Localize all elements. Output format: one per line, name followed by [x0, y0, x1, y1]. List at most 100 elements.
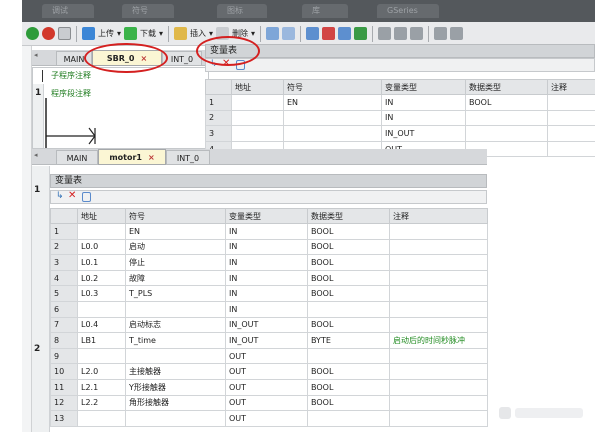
- forward-arrow-icon[interactable]: [322, 27, 336, 40]
- refresh-icon[interactable]: [82, 192, 91, 202]
- back-arrow-icon[interactable]: [306, 27, 320, 40]
- network-icon[interactable]: [266, 27, 280, 40]
- tab-int0[interactable]: INT_0: [166, 150, 210, 165]
- ribbon-tab-symbols[interactable]: 符号: [122, 4, 174, 18]
- insert-dropdown-icon[interactable]: ▾: [209, 29, 213, 38]
- table-row[interactable]: 9 OUT: [50, 347, 488, 365]
- table-cell[interactable]: OUT: [225, 378, 308, 396]
- table-row[interactable]: 1 EN IN BOOL: [205, 94, 595, 111]
- table-cell[interactable]: [307, 410, 390, 427]
- table-cell[interactable]: [77, 347, 126, 365]
- table-row[interactable]: 2 L0.0 启动 IN BOOL: [50, 238, 488, 256]
- line-down-icon[interactable]: [450, 27, 464, 40]
- table-cell[interactable]: OUT: [225, 394, 308, 412]
- upload-dropdown-icon[interactable]: ▾: [117, 29, 121, 38]
- table-row[interactable]: 5 L0.3 T_PLS IN BOOL: [50, 285, 488, 302]
- delete-dropdown-icon[interactable]: ▾: [251, 29, 255, 38]
- table-cell[interactable]: IN: [225, 238, 308, 256]
- table-cell[interactable]: [389, 347, 488, 365]
- table-cell[interactable]: BOOL: [307, 223, 390, 240]
- ribbon-tab-library[interactable]: 库: [302, 4, 348, 18]
- ladder-editor-sbr0[interactable]: 子程序注释 1 程序段注释: [32, 67, 209, 149]
- upload-button[interactable]: 上传: [98, 28, 114, 39]
- stop-icon[interactable]: [42, 27, 55, 40]
- table-cell[interactable]: [389, 254, 488, 271]
- table-cell[interactable]: IN: [225, 285, 308, 302]
- table-cell[interactable]: [125, 300, 226, 318]
- table-cell[interactable]: IN_OUT: [225, 316, 308, 334]
- table-cell[interactable]: [389, 378, 488, 396]
- table-cell[interactable]: BOOL: [307, 285, 390, 302]
- table-cell[interactable]: BOOL: [307, 254, 390, 271]
- table-cell[interactable]: [547, 94, 595, 111]
- table-cell[interactable]: [389, 269, 488, 287]
- table-cell[interactable]: IN: [225, 269, 308, 287]
- table-row[interactable]: 3 IN_OUT: [205, 125, 595, 142]
- table-cell[interactable]: L2.2: [77, 394, 126, 412]
- table-cell[interactable]: [389, 316, 488, 334]
- grid-icon[interactable]: [282, 27, 296, 40]
- table-cell[interactable]: [231, 109, 284, 127]
- table-cell[interactable]: [389, 410, 488, 427]
- table-cell[interactable]: [547, 125, 595, 142]
- jump-arrow-icon[interactable]: [338, 27, 352, 40]
- table-cell[interactable]: BYTE: [307, 332, 390, 349]
- table-cell[interactable]: 故障: [125, 269, 226, 287]
- ribbon-tab-icons[interactable]: 图标: [217, 4, 267, 18]
- insert-row-icon[interactable]: ↳: [56, 191, 64, 201]
- table-cell[interactable]: T_time: [125, 332, 226, 349]
- table-cell[interactable]: [307, 300, 390, 318]
- table-cell[interactable]: IN_OUT: [225, 332, 308, 349]
- download-dropdown-icon[interactable]: ▾: [159, 29, 163, 38]
- contact-icon[interactable]: [378, 27, 392, 40]
- table-cell[interactable]: L0.4: [77, 316, 126, 334]
- table-cell[interactable]: [283, 109, 382, 127]
- table-cell[interactable]: 角形接触器: [125, 394, 226, 412]
- tab-motor1[interactable]: motor1 ×: [98, 149, 166, 165]
- table-cell[interactable]: L2.0: [77, 363, 126, 380]
- table-cell[interactable]: IN: [381, 94, 466, 111]
- table-cell[interactable]: LB1: [77, 332, 126, 349]
- close-icon[interactable]: ×: [148, 153, 155, 162]
- delete-row-icon[interactable]: ✕: [68, 190, 76, 201]
- table-cell[interactable]: [389, 223, 488, 240]
- table-cell[interactable]: IN: [225, 223, 308, 240]
- table-cell[interactable]: T_PLS: [125, 285, 226, 302]
- table-cell[interactable]: [465, 109, 548, 127]
- box-icon[interactable]: [410, 27, 424, 40]
- table-cell[interactable]: 启动标志: [125, 316, 226, 334]
- table-cell[interactable]: BOOL: [465, 94, 548, 111]
- table-row[interactable]: 10 L2.0 主接触器 OUT BOOL: [50, 363, 488, 380]
- table-cell[interactable]: OUT: [225, 363, 308, 380]
- table-cell[interactable]: [307, 347, 390, 365]
- table-cell[interactable]: BOOL: [307, 394, 390, 412]
- table-cell[interactable]: [283, 125, 382, 142]
- compile-icon[interactable]: [58, 27, 71, 40]
- table-cell[interactable]: [389, 285, 488, 302]
- table-row[interactable]: 11 L2.1 Y形接触器 OUT BOOL: [50, 378, 488, 396]
- table-cell[interactable]: [389, 238, 488, 256]
- table-cell[interactable]: 主接触器: [125, 363, 226, 380]
- table-row[interactable]: 4 L0.2 故障 IN BOOL: [50, 269, 488, 287]
- table-cell[interactable]: [231, 125, 284, 142]
- tabbar-scroll-icon[interactable]: ◂: [34, 151, 38, 159]
- table-row[interactable]: 1 EN IN BOOL: [50, 223, 488, 240]
- table-cell[interactable]: [547, 140, 595, 158]
- table-cell[interactable]: BOOL: [307, 238, 390, 256]
- table-cell[interactable]: 启动后的时间秒脉冲: [389, 332, 488, 349]
- ribbon-tab-debug[interactable]: 调试: [42, 4, 94, 18]
- table-cell[interactable]: 启动: [125, 238, 226, 256]
- table-row[interactable]: 6 IN: [50, 300, 488, 318]
- table-cell[interactable]: 停止: [125, 254, 226, 271]
- table-row[interactable]: 2 IN: [205, 109, 595, 127]
- table-row[interactable]: 8 LB1 T_time IN_OUT BYTE 启动后的时间秒脉冲: [50, 332, 488, 349]
- table-cell[interactable]: [389, 300, 488, 318]
- table-cell[interactable]: IN: [381, 109, 466, 127]
- insert-button[interactable]: 插入: [190, 28, 206, 39]
- monitor-icon[interactable]: [354, 27, 368, 40]
- table-cell[interactable]: [231, 94, 284, 111]
- table-cell[interactable]: [77, 300, 126, 318]
- table-cell[interactable]: [389, 363, 488, 380]
- table-cell[interactable]: BOOL: [307, 269, 390, 287]
- subroutine-comment[interactable]: 子程序注释: [51, 70, 91, 81]
